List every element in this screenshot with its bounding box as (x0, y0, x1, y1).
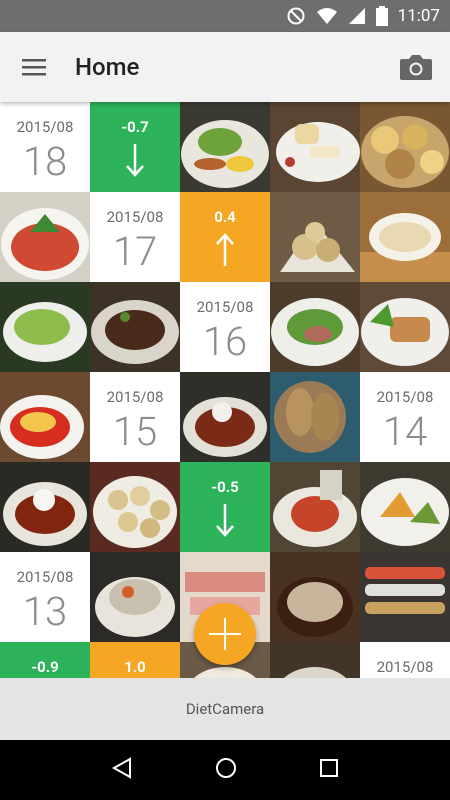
recents-icon (320, 759, 338, 777)
clock: 11:07 (397, 6, 440, 26)
camera-button[interactable] (396, 47, 436, 87)
date-day: 13 (22, 588, 68, 635)
date-day: 17 (112, 228, 158, 275)
date-month: 2015/08 (106, 208, 164, 226)
recents-button[interactable] (319, 758, 339, 782)
wifi-icon (316, 7, 338, 25)
app-footer: DietCamera (0, 678, 450, 740)
meal-photo[interactable] (360, 282, 450, 372)
meal-photo[interactable] (180, 102, 270, 192)
system-nav-bar (0, 740, 450, 800)
meal-photo[interactable] (270, 372, 360, 462)
plus-icon (209, 618, 241, 650)
date-day: 14 (382, 408, 428, 455)
weight-change-value: 0.4 (214, 208, 236, 226)
back-button[interactable] (111, 757, 133, 783)
meal-photo[interactable] (90, 462, 180, 552)
back-icon (111, 757, 131, 779)
date-tile-14[interactable]: 2015/08 14 (360, 372, 450, 462)
date-month: 2015/08 (16, 118, 74, 136)
arrow-down-icon (90, 142, 180, 182)
date-tile-12[interactable]: 2015/08 (360, 642, 450, 678)
date-month: 2015/08 (376, 658, 434, 676)
weight-change-value: -0.9 (31, 658, 59, 676)
date-tile-17[interactable]: 2015/08 17 (90, 192, 180, 282)
app-toolbar: Home (0, 32, 450, 102)
weight-change-tile[interactable]: 0.4 (180, 192, 270, 282)
signal-icon (348, 7, 366, 25)
date-month: 2015/08 (16, 568, 74, 586)
meal-photo[interactable] (360, 192, 450, 282)
meal-photo[interactable] (180, 372, 270, 462)
weight-change-value: -0.5 (211, 478, 239, 496)
meal-photo[interactable] (270, 102, 360, 192)
meal-photo[interactable] (360, 102, 450, 192)
meal-photo[interactable] (270, 462, 360, 552)
camera-icon (400, 55, 432, 80)
date-tile-13[interactable]: 2015/08 13 (0, 552, 90, 642)
meal-photo[interactable] (0, 372, 90, 462)
weight-change-tile[interactable]: -0.5 (180, 462, 270, 552)
battery-icon (375, 6, 388, 26)
arrow-down-icon (180, 502, 270, 542)
weight-change-tile[interactable]: 1.0 (90, 642, 180, 678)
date-day: 15 (112, 408, 158, 455)
meal-photo[interactable] (0, 282, 90, 372)
status-bar: 11:07 (0, 0, 450, 32)
date-tile-15[interactable]: 2015/08 15 (90, 372, 180, 462)
menu-button[interactable] (0, 32, 70, 102)
meal-photo[interactable] (360, 462, 450, 552)
meal-photo[interactable] (270, 552, 360, 642)
weight-change-value: -0.7 (121, 118, 149, 136)
date-month: 2015/08 (376, 388, 434, 406)
weight-change-tile[interactable]: -0.7 (90, 102, 180, 192)
date-tile-18[interactable]: 2015/08 18 (0, 102, 90, 192)
meal-photo[interactable] (270, 642, 360, 678)
weight-change-value: 1.0 (124, 658, 146, 676)
meal-photo[interactable] (90, 282, 180, 372)
home-icon (216, 758, 236, 778)
weight-change-tile[interactable]: -0.9 (0, 642, 90, 678)
meal-photo[interactable] (0, 192, 90, 282)
diary-grid: 2015/08 18 -0.7 2015/08 17 0.4 2015/08 1… (0, 102, 450, 678)
arrow-up-icon (180, 232, 270, 272)
home-button[interactable] (215, 757, 237, 783)
hamburger-icon (22, 59, 46, 76)
page-title: Home (75, 53, 140, 81)
do-not-disturb-icon (286, 6, 306, 26)
date-tile-16[interactable]: 2015/08 16 (180, 282, 270, 372)
meal-photo[interactable] (0, 462, 90, 552)
meal-photo[interactable] (360, 552, 450, 642)
meal-photo[interactable] (270, 192, 360, 282)
date-day: 18 (22, 138, 68, 185)
date-month: 2015/08 (196, 298, 254, 316)
footer-label: DietCamera (185, 700, 265, 718)
meal-photo[interactable] (270, 282, 360, 372)
date-day: 16 (202, 318, 248, 365)
date-month: 2015/08 (106, 388, 164, 406)
meal-photo[interactable] (90, 552, 180, 642)
add-entry-button[interactable] (194, 603, 256, 665)
